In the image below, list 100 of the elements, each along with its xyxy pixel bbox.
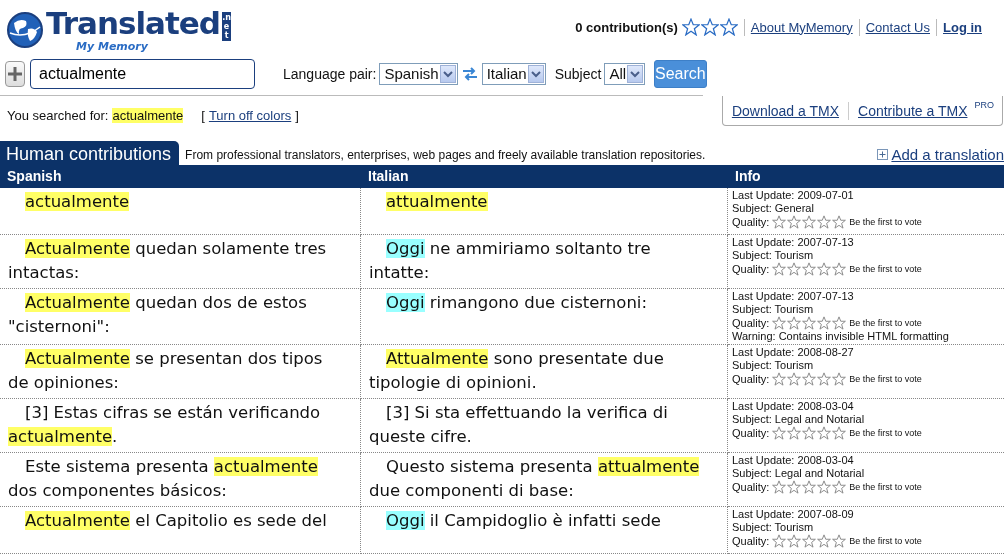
star-icon (787, 426, 802, 440)
last-update: Last Update: 2009-07-01 (732, 189, 855, 202)
plus-icon (877, 149, 889, 160)
star-icon (802, 534, 817, 548)
vote-text: Be the first to vote (849, 262, 922, 276)
tmx-link[interactable]: Contribute a TMX (858, 102, 968, 119)
star-icon (772, 480, 787, 494)
bracket: [ (201, 108, 205, 123)
search-label: You searched for: (7, 108, 109, 123)
star-icon (832, 372, 847, 386)
segment-text: [3] Si sta effettuando la verifica di queste cifre. (361, 399, 728, 453)
header-link[interactable]: Log in (943, 19, 982, 35)
last-update: Last Update: 2008-03-04 (732, 454, 855, 467)
segment-text: Questo sistema presenta attualmente due componenti di base: (361, 453, 728, 507)
warning-text: Warning: Contains invisible HTML formatting (732, 330, 950, 343)
tmx-link[interactable]: Download a TMX (731, 102, 839, 119)
star-icon (817, 262, 832, 276)
star-icon (700, 18, 719, 36)
subject-info: Subject: Tourism (732, 303, 815, 316)
last-update: Last Update: 2008-03-04 (732, 400, 855, 413)
star-icon (772, 262, 787, 276)
star-icon (832, 262, 847, 276)
star-icon (817, 480, 832, 494)
header-link[interactable]: Contact Us (865, 19, 930, 35)
last-update: Last Update: 2007-07-13 (732, 290, 855, 303)
search-term: actualmente (112, 108, 184, 123)
star-icon (787, 534, 802, 548)
last-update: Last Update: 2007-08-09 (732, 508, 855, 521)
segment-text: Oggi ne ammiriamo soltanto tre intatte: (361, 235, 728, 289)
plus-icon (6, 64, 24, 83)
logo-subtitle: My Memory (76, 41, 149, 52)
language-pair-label: Language pair: (283, 65, 377, 82)
star-icon (787, 480, 802, 494)
contribution-count: 0 contribution(s) (575, 19, 678, 35)
dropdown[interactable]: Italian (481, 62, 546, 85)
column-header: Spanish (0, 165, 361, 188)
star-icon (832, 426, 847, 440)
toggle-colors-link[interactable]: Turn off colors (208, 108, 292, 123)
star-icon (802, 262, 817, 276)
vote-text: Be the first to vote (849, 215, 922, 229)
bracket: ] (295, 108, 299, 123)
column-header: Info (728, 165, 1004, 188)
quality-label: Quality: (732, 262, 770, 276)
dropdown[interactable]: All (604, 62, 646, 85)
vote-text: Be the first to vote (849, 426, 922, 440)
last-update: Last Update: 2008-08-27 (732, 346, 855, 359)
last-update: Last Update: 2007-07-13 (732, 236, 855, 249)
subject-info: Subject: General (732, 202, 815, 215)
dropdown[interactable]: Spanish (379, 62, 458, 85)
star-icon (817, 534, 832, 548)
segment-text: Attualmente sono presentate due tipologie di opinioni. (361, 345, 728, 399)
subject-info: Subject: Tourism (732, 359, 815, 372)
segment-text: Actualmente quedan solamente tres intactas: (0, 235, 361, 289)
add-translation-link[interactable]: Add a translation (891, 146, 1004, 163)
logo-title: Translated (46, 5, 221, 41)
star-icon (772, 426, 787, 440)
star-icon (787, 372, 802, 386)
quality-label: Quality: (732, 316, 770, 330)
search-field[interactable]: actualmente (30, 58, 255, 89)
star-icon (832, 534, 847, 548)
star-icon (787, 262, 802, 276)
subject-info: Subject: Legal and Notarial (732, 467, 866, 480)
quality-label: Quality: (732, 480, 770, 494)
subject-info: Subject: Legal and Notarial (732, 413, 866, 426)
segment-text: attualmente (361, 188, 728, 235)
segment-text: Este sistema presenta actualmente dos componentes básicos: (0, 453, 361, 507)
star-icon (772, 534, 787, 548)
star-icon (817, 215, 832, 229)
vote-text: Be the first to vote (849, 480, 922, 494)
segment-text: Oggi rimangono due cisternoni: (361, 289, 728, 345)
star-icon (832, 215, 847, 229)
header-link[interactable]: About MyMemory (750, 19, 853, 35)
subject-label: Subject (554, 65, 602, 82)
star-icon (787, 215, 802, 229)
segment-text: Actualmente el Capitolio es sede del (0, 507, 361, 554)
vote-text: Be the first to vote (849, 372, 922, 386)
star-icon (772, 215, 787, 229)
column-header: Italian (361, 165, 728, 188)
quality-label: Quality: (732, 215, 770, 229)
star-icon (802, 426, 817, 440)
segment-text: Actualmente se presentan dos tipos de opiniones: (0, 345, 361, 399)
subject-info: Subject: Tourism (732, 521, 815, 534)
globe-logo-icon (6, 11, 44, 49)
logo-badge: .net (222, 12, 232, 41)
star-icon (719, 18, 738, 36)
segment-text: [3] Estas cifras se están verificando actualmente. (0, 399, 361, 453)
star-icon (817, 372, 832, 386)
star-icon (817, 426, 832, 440)
star-icon (802, 215, 817, 229)
star-icon (832, 480, 847, 494)
star-icon (772, 316, 787, 330)
star-icon (802, 316, 817, 330)
segment-text: actualmente (0, 188, 361, 235)
section-description: From professional translators, enterprises, web pages and freely available translation repositories. (185, 148, 707, 164)
quality-label: Quality: (732, 534, 770, 548)
add-button[interactable] (5, 60, 25, 87)
star-icon (681, 18, 700, 36)
segment-text: Oggi il Campidoglio è infatti sede (361, 507, 728, 554)
star-icon (832, 316, 847, 330)
swap-icon[interactable] (461, 65, 478, 82)
